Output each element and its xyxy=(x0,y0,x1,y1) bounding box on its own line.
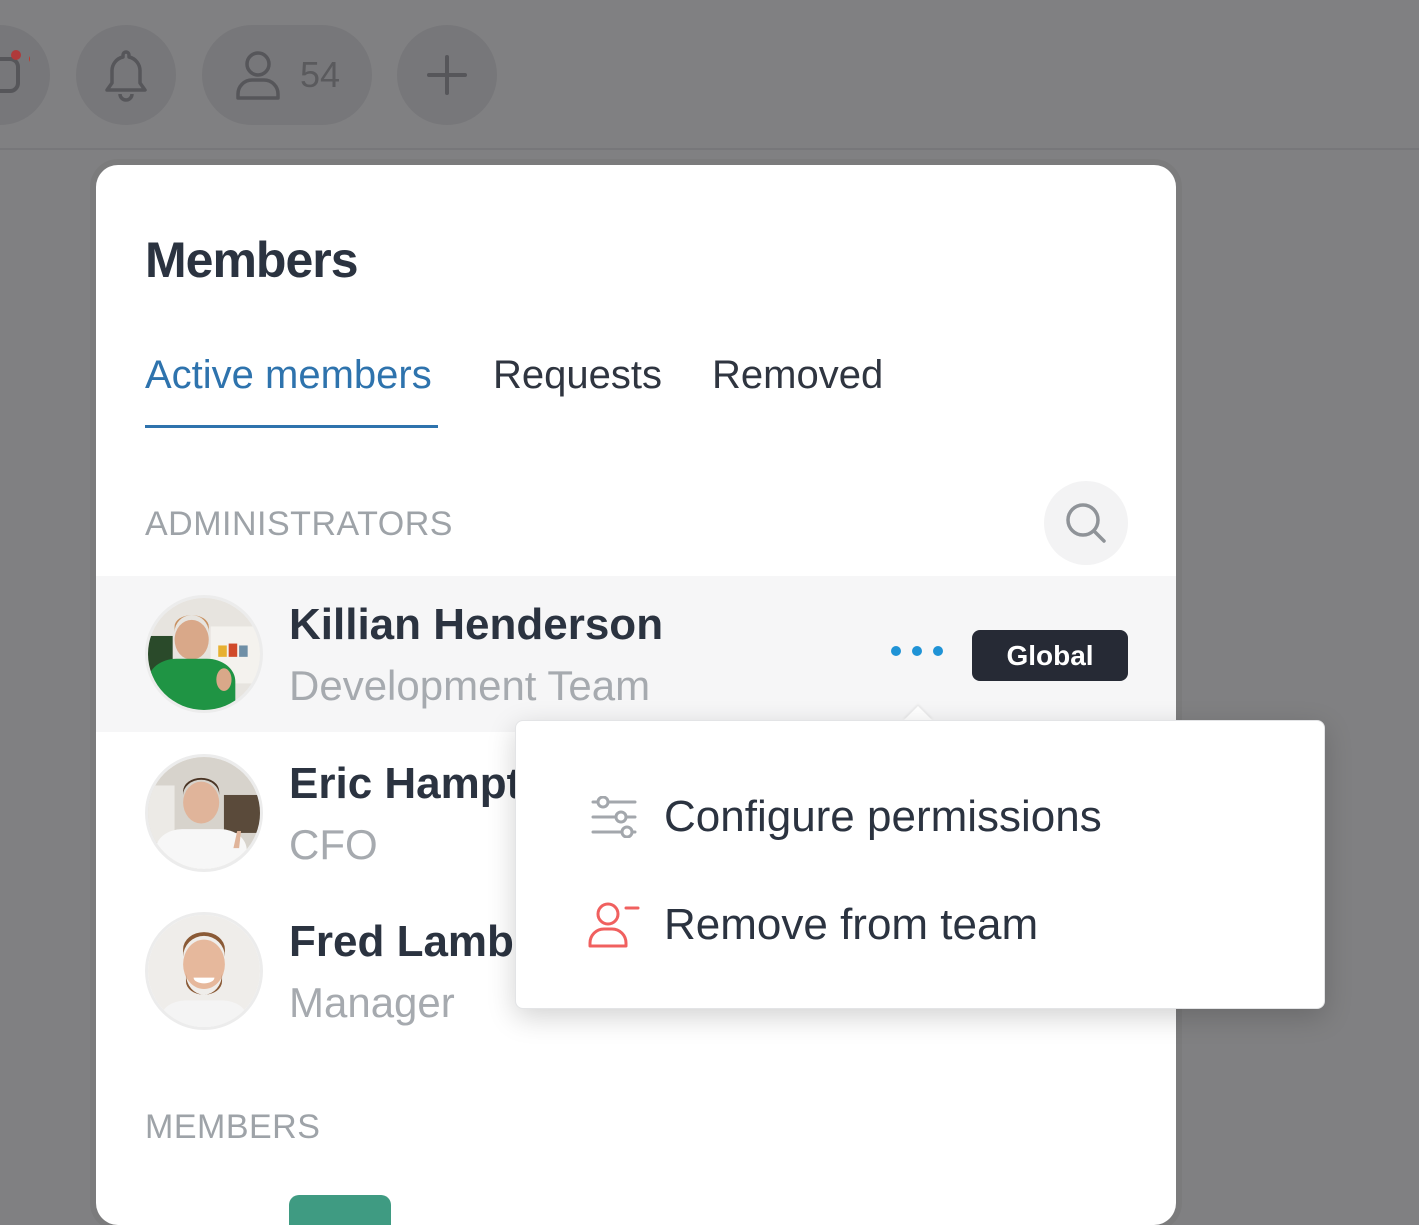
status-badge: Global xyxy=(972,630,1128,681)
administrators-section-label: ADMINISTRATORS xyxy=(145,505,453,543)
members-panel: Members Active members Requests Removed … xyxy=(96,165,1176,1225)
members-section-label: MEMBERS xyxy=(145,1108,321,1146)
members-count: 54 xyxy=(299,54,341,95)
menu-item-label: Configure permissions xyxy=(664,792,1102,841)
menu-pointer xyxy=(903,706,933,721)
member-name: Fred Lambe xyxy=(289,917,539,966)
members-button[interactable]: 54 xyxy=(202,25,372,125)
tab-requests[interactable]: Requests xyxy=(493,353,662,398)
avatar xyxy=(145,912,263,1030)
more-options-button[interactable] xyxy=(891,646,943,656)
page-title: Members xyxy=(145,232,359,288)
member-name: Eric Hampt xyxy=(289,759,522,808)
add-button[interactable] xyxy=(397,25,497,125)
active-tab-indicator xyxy=(145,425,438,428)
sliders-icon xyxy=(586,789,642,845)
configure-permissions-item[interactable]: Configure permissions xyxy=(586,789,1102,845)
top-toolbar: 54 xyxy=(0,0,1419,150)
chat-icon xyxy=(0,50,30,93)
tab-removed[interactable]: Removed xyxy=(712,353,883,398)
user-icon xyxy=(236,51,280,100)
dot xyxy=(891,646,901,656)
member-role: Manager xyxy=(289,979,455,1026)
member-role: Development Team xyxy=(289,662,651,709)
dot xyxy=(933,646,943,656)
notifications-button[interactable] xyxy=(76,25,176,125)
chat-button[interactable] xyxy=(0,25,50,125)
bell-icon xyxy=(105,50,147,102)
dot xyxy=(912,646,922,656)
status-badge xyxy=(289,1195,391,1225)
user-remove-icon xyxy=(586,897,642,953)
search-icon xyxy=(1066,503,1106,543)
plus-icon xyxy=(427,55,467,95)
remove-from-team-item[interactable]: Remove from team xyxy=(586,897,1038,953)
search-button[interactable] xyxy=(1044,481,1128,565)
member-role: CFO xyxy=(289,821,378,868)
member-options-menu: Configure permissions Remove from team xyxy=(515,720,1325,1009)
tab-active-members[interactable]: Active members xyxy=(145,353,432,398)
avatar xyxy=(145,595,263,713)
member-name: Killian Henderson xyxy=(289,600,664,649)
list-item[interactable]: Killian Henderson Development Team Globa… xyxy=(96,576,1176,732)
avatar xyxy=(145,754,263,872)
menu-item-label: Remove from team xyxy=(664,900,1039,949)
